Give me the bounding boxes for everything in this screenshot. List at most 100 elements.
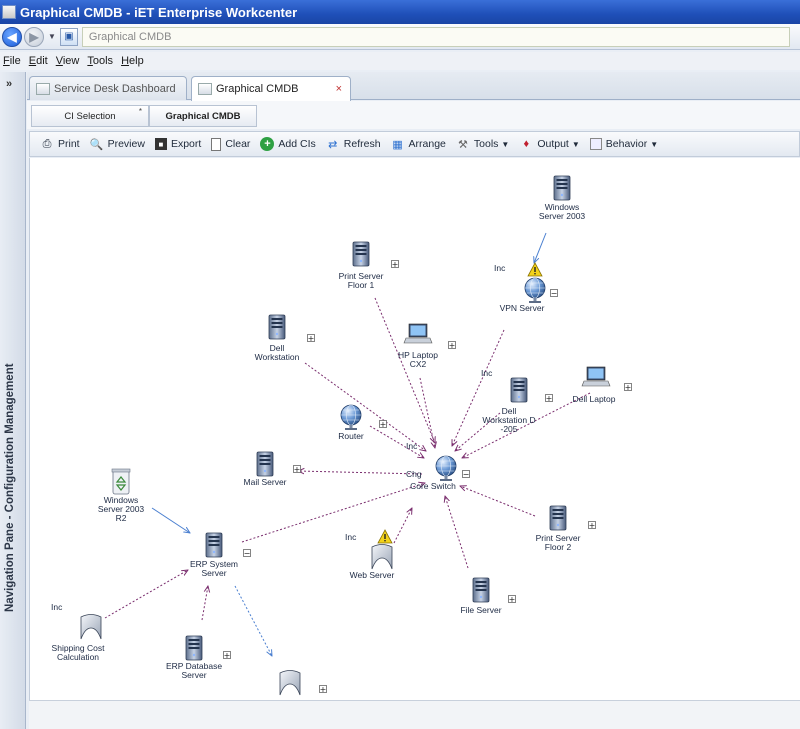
svg-text:−: − xyxy=(551,289,558,298)
navigation-pane-label: Navigation Pane - Configuration Manageme… xyxy=(4,363,16,612)
tools-button[interactable]: ⚒ Tools ▼ xyxy=(456,137,509,151)
back-button[interactable]: ◀ xyxy=(2,26,22,47)
modified-marker: * xyxy=(138,107,142,116)
node-print-server-floor-1[interactable]: Print Server Floor 1 + xyxy=(339,241,399,290)
breadcrumb: CI Selection * Graphical CMDB xyxy=(27,101,800,129)
canvas-footer xyxy=(29,700,800,729)
expand-toggle[interactable]: + xyxy=(293,465,301,474)
expand-toggle[interactable]: + xyxy=(545,394,553,403)
breadcrumb-ci-selection[interactable]: CI Selection * xyxy=(31,105,149,127)
svg-text:Router: Router xyxy=(338,431,364,441)
tab-service-desk-dashboard[interactable]: Service Desk Dashboard xyxy=(29,76,187,100)
expand-pane-icon[interactable]: » xyxy=(6,78,12,90)
svg-text:+: + xyxy=(546,394,553,403)
node-vpn-server[interactable]: VPN Server − xyxy=(500,262,558,313)
globe-icon xyxy=(340,404,362,431)
svg-text:+: + xyxy=(320,685,327,694)
breadcrumb-graphical-cmdb[interactable]: Graphical CMDB xyxy=(149,105,257,127)
close-tab-icon[interactable]: × xyxy=(336,83,342,95)
address-field[interactable]: Graphical CMDB xyxy=(81,26,790,47)
forward-button[interactable]: ▶ xyxy=(24,26,44,47)
page-icon: ▣ xyxy=(59,27,78,46)
add-cis-button[interactable]: + Add CIs xyxy=(260,137,316,151)
history-dropdown-icon[interactable]: ▼ xyxy=(48,32,56,41)
expand-toggle[interactable]: + xyxy=(379,420,387,429)
navigation-pane[interactable]: » Navigation Pane - Configuration Manage… xyxy=(0,72,26,729)
expand-toggle[interactable]: + xyxy=(448,341,456,350)
collapse-toggle[interactable]: − xyxy=(462,470,470,479)
output-button[interactable]: ♦ Output ▼ xyxy=(519,137,580,151)
expand-toggle[interactable]: + xyxy=(319,685,327,694)
node-application[interactable]: + xyxy=(279,670,327,696)
node-print-server-floor-2[interactable]: Print Server Floor 2 + xyxy=(536,505,596,552)
server-icon xyxy=(205,532,223,558)
cmdb-graph[interactable]: Inc Inc Inc Chg Inc Inc Windows Server 2… xyxy=(30,158,800,700)
svg-text:R2: R2 xyxy=(116,513,127,523)
recycle-server-icon xyxy=(111,468,131,495)
chevron-down-icon: ▼ xyxy=(571,139,580,149)
expand-toggle[interactable]: + xyxy=(624,383,632,392)
chevron-down-icon: ▼ xyxy=(650,139,659,149)
behavior-button[interactable]: Behavior ▼ xyxy=(589,138,659,150)
menu-file[interactable]: File xyxy=(0,55,26,67)
edge-erpdb-erp xyxy=(201,586,208,621)
refresh-button[interactable]: ⇄ Refresh xyxy=(326,137,380,151)
menu-help[interactable]: Help xyxy=(118,55,149,67)
edge-label-inc-web: Inc xyxy=(345,532,357,542)
svg-text:+: + xyxy=(380,420,387,429)
edge-shipping-erp xyxy=(104,570,188,619)
warning-icon xyxy=(527,262,543,277)
output-icon: ♦ xyxy=(523,138,530,150)
svg-text:Workstation: Workstation xyxy=(255,352,300,362)
blank-page-icon xyxy=(211,137,222,151)
node-dell-laptop[interactable]: Dell Laptop + xyxy=(572,366,632,404)
dashboard-icon xyxy=(36,82,50,95)
app-icon xyxy=(2,5,16,19)
edge-core-mail xyxy=(298,471,423,475)
edge-label-inc-vpn: Inc xyxy=(494,263,506,273)
edge-delllaptop-core xyxy=(462,392,591,458)
expand-toggle[interactable]: + xyxy=(391,260,399,269)
svg-text:-205: -205 xyxy=(500,424,517,434)
menu-bar: File Edit View Tools Help xyxy=(0,52,800,70)
node-erp-database-server[interactable]: ERP Database Server + xyxy=(166,635,231,680)
node-mail-server[interactable]: Mail Server + xyxy=(244,451,301,487)
node-windows-server-2003[interactable]: Windows Server 2003 xyxy=(539,175,586,221)
floppy-disk-icon: ■ xyxy=(154,138,167,150)
globe-icon xyxy=(435,455,457,482)
expand-toggle[interactable]: + xyxy=(223,651,231,660)
tab-graphical-cmdb[interactable]: Graphical CMDB × xyxy=(191,76,351,101)
menu-view[interactable]: View xyxy=(53,55,85,67)
collapse-toggle[interactable]: − xyxy=(243,549,251,558)
preview-button[interactable]: 🔍 Preview xyxy=(90,137,145,151)
node-shipping-cost-calculation[interactable]: Shipping Cost Calculation xyxy=(52,614,106,663)
server-icon xyxy=(549,505,567,531)
node-windows-server-2003-r2[interactable]: Windows Server 2003 R2 xyxy=(98,468,145,523)
node-file-server[interactable]: File Server + xyxy=(460,577,516,615)
svg-text:CX2: CX2 xyxy=(410,359,427,369)
server-icon xyxy=(472,577,490,603)
node-dell-workstation[interactable]: Dell Workstation + xyxy=(255,314,315,362)
menu-edit[interactable]: Edit xyxy=(26,55,53,67)
chevron-down-icon: ▼ xyxy=(501,139,510,149)
arrange-button[interactable]: ▦ Arrange xyxy=(391,137,446,151)
print-button[interactable]: ⎙ Print xyxy=(40,137,80,151)
export-button[interactable]: ■ Export xyxy=(154,138,201,150)
expand-toggle[interactable]: + xyxy=(508,595,516,604)
server-icon xyxy=(553,175,571,201)
menu-tools[interactable]: Tools xyxy=(84,55,118,67)
node-hp-laptop-cx2[interactable]: HP Laptop CX2 + xyxy=(398,323,456,369)
node-router[interactable]: Router + xyxy=(338,404,387,441)
collapse-toggle[interactable]: − xyxy=(550,289,558,298)
expand-toggle[interactable]: + xyxy=(588,521,596,530)
svg-text:+: + xyxy=(392,260,399,269)
node-web-server[interactable]: Web Server xyxy=(350,529,395,580)
node-erp-system-server[interactable]: ERP System Server − xyxy=(190,532,251,578)
clear-button[interactable]: Clear xyxy=(211,137,250,151)
graph-canvas[interactable]: Inc Inc Inc Chg Inc Inc Windows Server 2… xyxy=(29,158,800,700)
svg-text:+: + xyxy=(449,341,456,350)
expand-toggle[interactable]: + xyxy=(307,334,315,343)
edge-erp-app xyxy=(234,585,272,656)
edge-label-inc-mid: Inc xyxy=(406,441,418,451)
node-dell-workstation-d-205[interactable]: Dell Workstation D -205 + xyxy=(482,377,553,434)
